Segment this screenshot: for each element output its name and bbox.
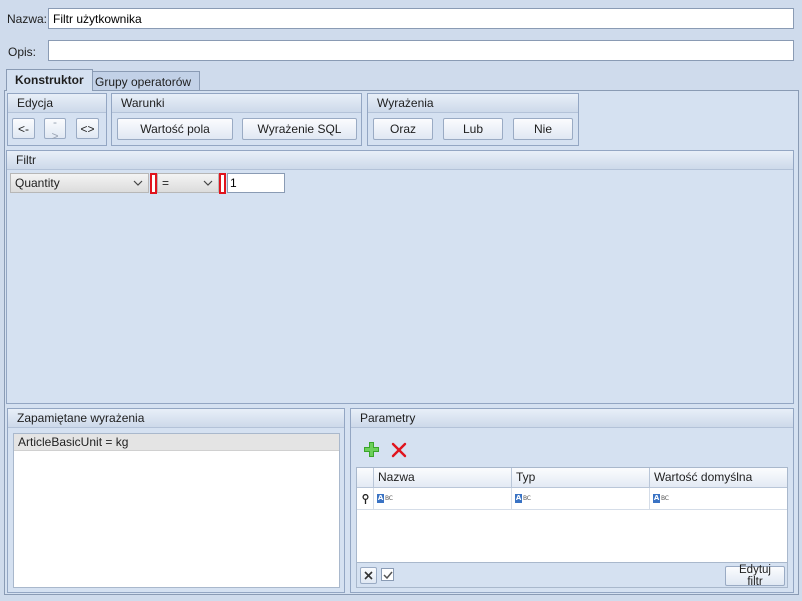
and-button[interactable]: Oraz xyxy=(373,118,433,140)
filter-operator-combo[interactable]: = xyxy=(157,173,219,193)
open-bracket-marker[interactable] xyxy=(150,173,157,194)
sql-expression-button[interactable]: Wyrażenie SQL xyxy=(242,118,357,140)
close-bracket-marker[interactable] xyxy=(219,173,226,194)
or-button[interactable]: Lub xyxy=(443,118,503,140)
not-button[interactable]: Nie xyxy=(513,118,573,140)
apply-filter-checkbox[interactable] xyxy=(381,568,394,581)
chevron-down-icon xyxy=(133,180,143,186)
group-edycja-title: Edycja xyxy=(8,94,106,113)
filter-clear-icon xyxy=(364,571,373,580)
chevron-down-icon xyxy=(203,180,213,186)
field-value-button[interactable]: Wartość pola xyxy=(117,118,233,140)
group-warunki-title: Warunki xyxy=(112,94,361,113)
group-filtr-title: Filtr xyxy=(7,151,793,170)
swap-button[interactable]: <> xyxy=(76,118,99,139)
grid-cell-type[interactable]: A BC xyxy=(512,488,650,510)
group-saved-expressions-title: Zapamiętane wyrażenia xyxy=(8,409,344,428)
description-label: Opis: xyxy=(8,45,37,59)
new-row-indicator xyxy=(357,488,374,510)
grid-row-indicator-header xyxy=(357,468,374,488)
filter-operator-value: = xyxy=(162,176,170,190)
delete-icon[interactable] xyxy=(391,442,407,458)
column-header-type[interactable]: Typ xyxy=(512,468,650,488)
saved-expressions-list[interactable]: ArticleBasicUnit = kg xyxy=(13,433,340,588)
filter-value-input[interactable] xyxy=(227,173,285,193)
text-type-icon: A BC xyxy=(377,494,393,503)
pin-icon xyxy=(361,493,369,504)
tab-grupy-operatorow-label: Grupy operatorów xyxy=(95,75,192,89)
group-wyrazenia-title: Wyrażenia xyxy=(368,94,578,113)
tab-konstruktor[interactable]: Konstruktor xyxy=(6,69,93,91)
name-label: Nazwa: xyxy=(7,12,48,26)
description-input[interactable] xyxy=(48,40,794,61)
move-right-button[interactable]: -> xyxy=(44,115,66,143)
name-input[interactable] xyxy=(48,8,794,29)
grid-footer xyxy=(356,563,788,588)
edit-filter-button[interactable]: Edytuj filtr xyxy=(725,564,785,588)
list-item[interactable]: ArticleBasicUnit = kg xyxy=(14,434,339,451)
checkmark-icon xyxy=(382,571,393,579)
filter-field-combo[interactable]: Quantity xyxy=(10,173,149,193)
text-type-icon: A BC xyxy=(515,494,531,503)
clear-filter-button[interactable] xyxy=(360,567,377,584)
move-left-button[interactable]: <- xyxy=(12,118,35,139)
column-header-default-value[interactable]: Wartość domyślna xyxy=(650,468,787,488)
group-parameters-title: Parametry xyxy=(351,409,793,428)
column-header-name[interactable]: Nazwa xyxy=(374,468,512,488)
filter-field-value: Quantity xyxy=(15,176,60,190)
add-icon[interactable] xyxy=(363,441,380,458)
tab-grupy-operatorow[interactable]: Grupy operatorów xyxy=(86,71,201,91)
grid-cell-name[interactable]: A BC xyxy=(374,488,512,510)
text-type-icon: A BC xyxy=(653,494,669,503)
tab-konstruktor-label: Konstruktor xyxy=(15,73,84,87)
grid-cell-default-value[interactable]: A BC xyxy=(650,488,787,510)
parameters-grid[interactable]: Nazwa Typ Wartość domyślna A BC A BC A BC xyxy=(356,467,788,563)
